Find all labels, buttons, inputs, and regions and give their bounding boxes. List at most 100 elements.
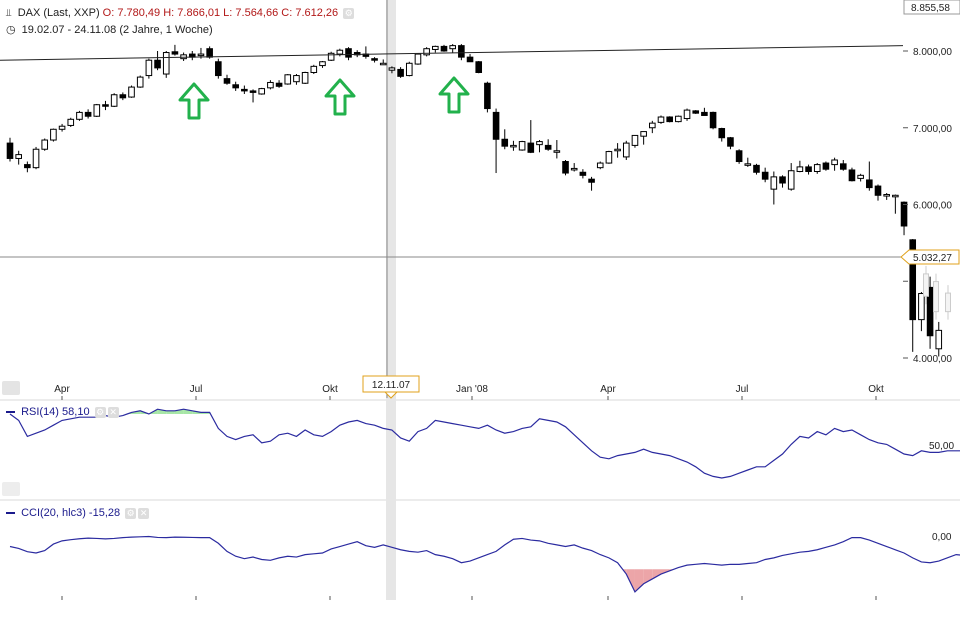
- candle-body: [736, 151, 742, 162]
- candle-body: [372, 59, 378, 61]
- cci-zone-fill: [652, 569, 661, 579]
- candle-body: [320, 62, 326, 66]
- candle-body: [511, 145, 517, 147]
- candle-body: [658, 117, 664, 122]
- candle: [762, 168, 768, 183]
- candle-body: [25, 165, 31, 168]
- cci-label: CCI(20, hlc3): [21, 507, 86, 519]
- candle: [485, 82, 491, 113]
- settings-icon[interactable]: ⚙: [343, 8, 354, 19]
- candle-body: [346, 49, 352, 57]
- candle-body: [719, 129, 725, 138]
- close-icon[interactable]: ✕: [138, 508, 149, 519]
- candle-body: [606, 152, 612, 164]
- candle-body: [459, 46, 465, 58]
- candle-body: [198, 54, 204, 56]
- candle: [528, 120, 534, 153]
- close-value: C: 7.612,26: [281, 7, 338, 19]
- candle-body: [537, 142, 543, 145]
- candle: [259, 88, 265, 95]
- candle-body: [259, 89, 265, 94]
- cci-swatch: [6, 512, 15, 514]
- symbol-label: DAX (Last, XXP): [18, 7, 100, 19]
- candle-body: [667, 117, 673, 122]
- candle-body: [867, 180, 873, 188]
- candle: [840, 160, 846, 171]
- projected-candle: [934, 282, 939, 312]
- candle: [754, 164, 760, 175]
- candle-body: [684, 110, 690, 118]
- candle-body: [85, 112, 91, 116]
- candle: [459, 44, 465, 60]
- candle: [563, 160, 569, 175]
- settings-icon[interactable]: ⚙: [95, 407, 106, 418]
- candle: [875, 185, 881, 201]
- candle: [736, 149, 742, 164]
- candle-body: [242, 89, 248, 91]
- candle: [42, 138, 48, 150]
- candle: [163, 51, 169, 78]
- candle-body: [797, 167, 803, 172]
- cci-axis-label: 0,00: [932, 532, 952, 543]
- candle: [545, 139, 551, 151]
- candle: [867, 162, 873, 191]
- candle: [667, 116, 673, 122]
- candle-body: [676, 116, 682, 121]
- candle: [849, 168, 855, 182]
- candle: [25, 162, 31, 173]
- candle-body: [380, 63, 386, 65]
- candle-body: [493, 112, 499, 139]
- time-range-label: 19.02.07 - 24.11.08 (2 Jahre, 1 Woche): [22, 24, 213, 36]
- candle-body: [823, 163, 829, 169]
- candle-body: [7, 143, 13, 158]
- close-icon[interactable]: ✕: [108, 407, 119, 418]
- rsi-swatch: [6, 411, 15, 413]
- candle-body: [33, 149, 39, 167]
- panel-toggle-button: [2, 482, 20, 496]
- candle-body: [163, 53, 169, 74]
- candle: [936, 322, 942, 357]
- current-value-label: 5.032,27: [913, 253, 952, 264]
- candle-body: [467, 57, 473, 62]
- candle: [893, 195, 899, 214]
- candle-body: [294, 76, 300, 82]
- candle: [684, 109, 690, 121]
- candle-body: [406, 63, 412, 75]
- candle: [233, 82, 239, 91]
- candle: [59, 124, 65, 132]
- candle-body: [650, 123, 656, 128]
- candle-body: [528, 143, 534, 152]
- chart-canvas: 8.000,007.000,006.000,004.000,008.855,58…: [0, 0, 960, 629]
- candle: [354, 50, 360, 57]
- candle-body: [433, 46, 439, 49]
- x-tick-label: Apr: [600, 384, 616, 395]
- candle-body: [111, 95, 117, 107]
- candle-body: [485, 83, 491, 108]
- up-arrow-icon: [440, 78, 468, 112]
- candle: [328, 52, 334, 61]
- candle-body: [146, 60, 152, 75]
- cci-value: -15,28: [89, 507, 120, 519]
- candle-body: [311, 66, 317, 72]
- candle: [919, 292, 925, 331]
- candle-body: [224, 79, 230, 84]
- candle: [433, 46, 439, 53]
- candle: [615, 143, 621, 158]
- candle-body: [615, 149, 621, 151]
- candle: [302, 72, 308, 84]
- candle-body: [233, 85, 239, 88]
- candle-body: [814, 165, 820, 172]
- candle-body: [129, 87, 135, 97]
- candle-body: [884, 195, 890, 197]
- settings-icon[interactable]: ⚙: [125, 508, 136, 519]
- candle-body: [840, 164, 846, 169]
- candle-body: [623, 143, 629, 157]
- candle: [242, 86, 248, 94]
- candle: [450, 44, 456, 52]
- candle: [519, 141, 525, 151]
- candle-body: [42, 140, 48, 149]
- candle: [658, 115, 664, 123]
- candle: [814, 163, 820, 174]
- candle-body: [545, 145, 551, 149]
- candle: [7, 138, 13, 162]
